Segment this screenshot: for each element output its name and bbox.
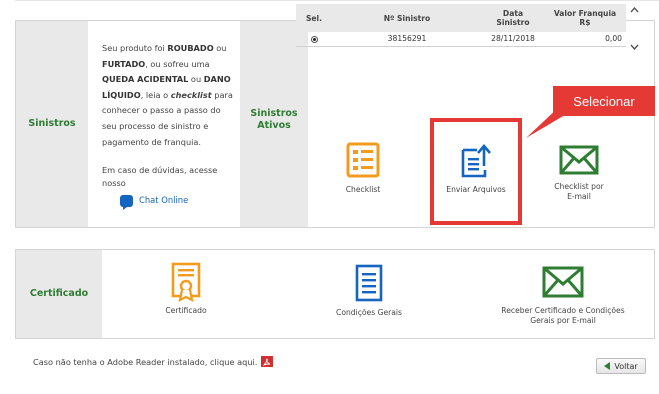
sinistros-info-text: Seu produto foi ROUBADO ou FURTADO, ou so… <box>88 21 240 227</box>
sinistros-ativos-label-cell: Sinistros Ativos <box>240 21 308 227</box>
info-text-span: ou <box>188 74 204 85</box>
col-data-label-2: Sinistro <box>496 18 530 27</box>
claims-table-header: Sel. Nº Sinistro Data Sinistro Valor Fran… <box>296 4 626 32</box>
info-paragraph: Seu produto foi ROUBADO ou FURTADO, ou so… <box>102 41 235 150</box>
col-data-label-1: Data <box>502 9 524 18</box>
info-text-span: ou <box>213 43 227 53</box>
col-sel: Sel. <box>296 4 332 32</box>
row-select-cell[interactable] <box>296 32 332 47</box>
info-text-span: QUEDA ACIDENTAL <box>102 74 189 85</box>
claims-table: Sel. Nº Sinistro Data Sinistro Valor Fran… <box>296 4 626 47</box>
sinistros-label: Sinistros <box>28 118 76 129</box>
certificate-icon <box>171 262 201 302</box>
scroll-up-icon[interactable] <box>629 4 640 15</box>
certificado-label-cell: Certificado <box>16 250 102 338</box>
info-text-span: conhecer o passo a passo do <box>102 105 221 116</box>
col-numero-label: Nº Sinistro <box>383 13 431 23</box>
checklist-email-action[interactable]: Checklist por E-mail <box>541 145 617 202</box>
row-data: 28/11/2018 <box>482 32 544 47</box>
table-row[interactable]: 38156291 28/11/2018 0,00 <box>296 32 626 47</box>
condicoes-gerais-action[interactable]: Condições Gerais <box>324 264 414 318</box>
info-text-span: pagamento de franquia. <box>102 136 202 147</box>
table-scrollbar[interactable] <box>629 4 640 52</box>
envelope-icon <box>542 266 584 298</box>
info-text-span: seu processo de sinistro e <box>102 120 209 131</box>
condicoes-gerais-label: Condições Gerais <box>336 308 402 317</box>
certificado-label: Certificado <box>29 288 89 299</box>
row-radio-button[interactable] <box>310 35 318 43</box>
voltar-label: Voltar <box>614 361 638 371</box>
sinistros-label-cell: Sinistros <box>16 21 88 227</box>
info-text-span: , leia o <box>140 89 171 100</box>
info-line: pagamento de franquia. <box>102 135 235 151</box>
info-text-span: LÍQUIDO <box>102 89 141 100</box>
info-text-span: Seu produto foi <box>102 43 168 53</box>
col-sel-label: Sel. <box>305 13 323 23</box>
info-line: conhecer o passo a passo do <box>102 103 235 119</box>
col-valor-label-1: Valor Franquia <box>553 9 617 18</box>
document-icon <box>355 264 383 302</box>
chat-bubble-icon <box>120 194 133 210</box>
row-numero: 38156291 <box>332 32 482 47</box>
checklist-action[interactable]: Checklist <box>333 142 393 195</box>
row-valor: 0,00 <box>544 32 626 47</box>
col-data: Data Sinistro <box>482 4 544 32</box>
info-text-span: FURTADO <box>102 58 146 69</box>
info-line: Seu produto foi ROUBADO ou <box>102 41 235 57</box>
certificado-action[interactable]: Certificado <box>146 262 226 316</box>
duvidas-line-1: Em caso de dúvidas, acesse <box>102 165 218 176</box>
ativos-label-line-1: Sinistros <box>250 108 298 119</box>
receber-email-action[interactable]: Receber Certificado e Condições Gerais p… <box>488 266 638 326</box>
chat-online-label: Chat Online <box>139 195 189 206</box>
ativos-label-line-2: Ativos <box>257 120 291 131</box>
info-text-span: checklist <box>170 89 212 100</box>
info-line: FURTADO, ou sofreu uma <box>102 57 235 73</box>
adobe-reader-link[interactable]: Caso não tenha o Adobe Reader instalado,… <box>33 357 257 367</box>
info-text-span: , ou sofreu uma <box>145 58 210 69</box>
top-divider <box>15 0 659 2</box>
adobe-reader-notice: Caso não tenha o Adobe Reader instalado,… <box>33 356 274 367</box>
col-valor-label-2: R$ <box>579 18 591 27</box>
info-text-span: para <box>211 89 233 100</box>
certificado-item-label: Certificado <box>165 306 207 315</box>
callout-label: Selecionar <box>573 93 635 109</box>
info-text-span: ROUBADO <box>167 43 214 53</box>
envelope-icon <box>559 145 599 175</box>
scroll-down-icon[interactable] <box>629 41 640 52</box>
info-line: seu processo de sinistro e <box>102 119 235 135</box>
voltar-button[interactable]: Voltar <box>596 358 646 374</box>
info-text-span: DANO <box>203 74 231 85</box>
checklist-label: Checklist <box>345 185 381 194</box>
checklist-email-label-2: E-mail <box>567 192 591 201</box>
receber-email-label-1: Receber Certificado e Condições <box>501 306 625 315</box>
receber-email-label-2: Gerais por E-mail <box>530 316 596 325</box>
info-line: LÍQUIDO, leia o checklist para <box>102 88 235 104</box>
checklist-icon <box>346 142 380 178</box>
pdf-icon[interactable] <box>261 356 274 367</box>
chat-online-link[interactable]: Chat Online <box>120 193 235 210</box>
checklist-email-label-1: Checklist por <box>554 182 604 191</box>
col-valor: Valor Franquia R$ <box>544 4 626 32</box>
selection-highlight-box <box>430 118 522 225</box>
sinistros-ativos-label: Sinistros Ativos <box>250 108 297 132</box>
duvidas-line-2: nosso <box>102 178 126 189</box>
duvidas-text: Em caso de dúvidas, acesse nosso <box>102 164 235 190</box>
back-arrow-icon <box>604 362 611 370</box>
info-line: QUEDA ACIDENTAL ou DANO <box>102 72 235 88</box>
selecionar-callout: Selecionar <box>553 86 655 116</box>
col-numero: Nº Sinistro <box>332 4 482 32</box>
